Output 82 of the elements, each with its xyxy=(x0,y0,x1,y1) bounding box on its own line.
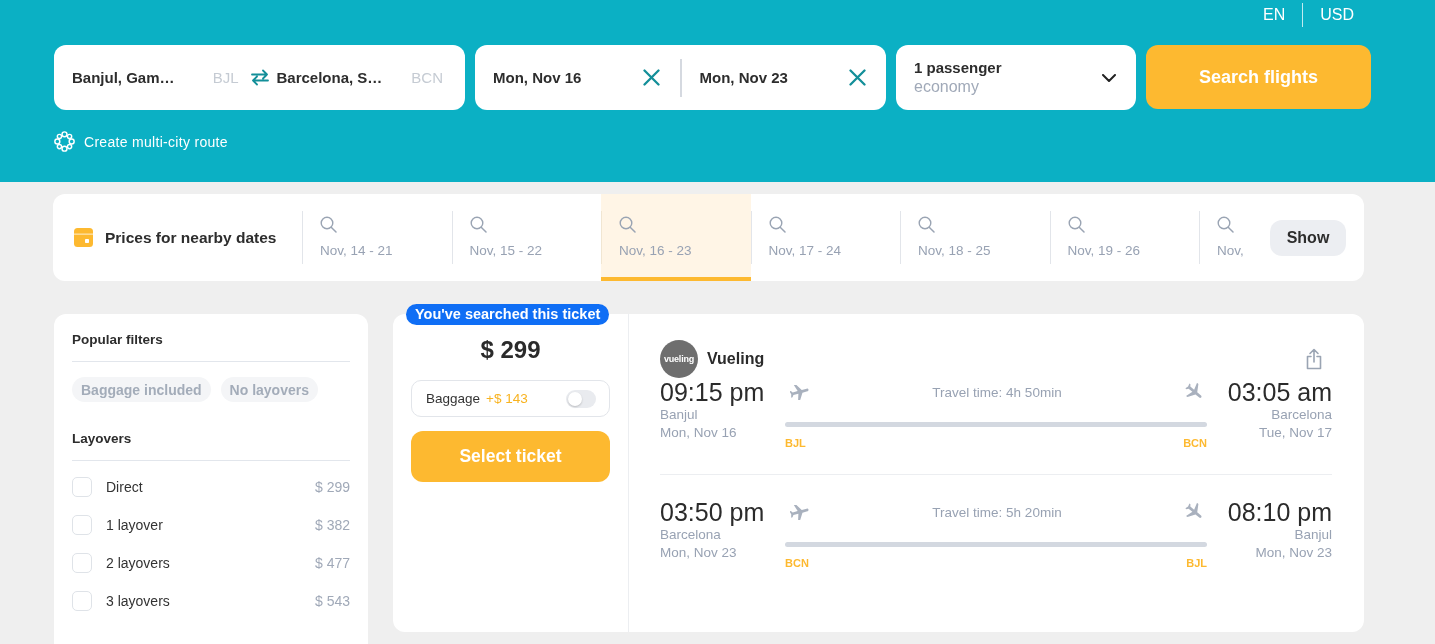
date-range-tab[interactable]: Nov, 19 - 26 xyxy=(1049,194,1199,281)
filter-section-title: Popular filters xyxy=(72,314,350,362)
show-button[interactable]: Show xyxy=(1270,219,1346,256)
landing-plane-icon xyxy=(1185,503,1203,521)
checkbox[interactable] xyxy=(72,515,92,535)
date-range-tab[interactable]: Nov, 18 - 25 xyxy=(900,194,1050,281)
arrival-time: 08:10 pm xyxy=(1226,498,1332,526)
arrival-date: Tue, Nov 17 xyxy=(1257,424,1332,442)
select-ticket-button[interactable]: Select ticket xyxy=(411,431,610,482)
ticket-price: $ 299 xyxy=(479,336,542,364)
layover-price: $ 543 xyxy=(314,593,350,609)
layover-price: $ 382 xyxy=(314,517,350,533)
takeoff-plane-icon xyxy=(790,384,809,400)
passenger-count: 1 passenger xyxy=(914,59,1002,76)
date-range-tab[interactable]: Nov, 16 - 23 xyxy=(601,194,751,281)
search-icon xyxy=(918,216,935,233)
close-icon[interactable] xyxy=(642,69,660,86)
swap-icon[interactable] xyxy=(250,69,269,86)
travel-time: Travel time: 5h 20min xyxy=(932,504,1062,520)
calendar-icon xyxy=(74,228,93,247)
layover-option-label[interactable]: 1 layover xyxy=(106,517,163,533)
destination-code: BCN xyxy=(411,69,443,86)
arrival-time: 03:05 am xyxy=(1226,378,1332,406)
searched-badge: You've searched this ticket xyxy=(406,304,610,325)
origin-city-field[interactable]: Banjul, Gam… xyxy=(72,69,175,86)
close-icon[interactable] xyxy=(849,69,866,86)
search-icon xyxy=(768,216,786,233)
takeoff-plane-icon xyxy=(790,504,809,520)
origin-airport-code: BJL xyxy=(785,437,806,449)
search-icon xyxy=(619,216,636,233)
date-range-tab[interactable]: Nov, xyxy=(1199,194,1258,281)
share-icon[interactable] xyxy=(1305,348,1323,370)
baggage-label: Baggage xyxy=(426,391,481,406)
filter-section-title: Layovers xyxy=(72,431,350,461)
departure-date: Mon, Nov 16 xyxy=(660,424,738,442)
date-range-tab[interactable]: Nov, 17 - 24 xyxy=(750,194,900,281)
landing-plane-icon xyxy=(1185,383,1203,401)
layover-option-label[interactable]: 3 layovers xyxy=(106,593,170,609)
filter-chip[interactable]: No layovers xyxy=(220,377,318,402)
checkbox[interactable] xyxy=(72,591,92,611)
departure-date: Mon, Nov 23 xyxy=(660,544,738,562)
chevron-down-icon xyxy=(1102,73,1116,82)
airline-name: Vueling xyxy=(707,350,765,368)
origin-code: BJL xyxy=(212,69,239,86)
arrival-city: Barcelona xyxy=(1270,406,1332,424)
baggage-price: +$ 143 xyxy=(486,391,528,406)
date-range-tab[interactable]: Nov, 14 - 21 xyxy=(302,194,452,281)
passenger-dropdown[interactable]: 1 passenger economy xyxy=(896,45,1136,110)
destination-city-field[interactable]: Barcelona, S… xyxy=(276,69,383,86)
depart-date-field[interactable]: Mon, Nov 16 xyxy=(493,69,582,86)
layover-option-label[interactable]: Direct xyxy=(106,479,143,495)
filter-chip[interactable]: Baggage included xyxy=(72,377,211,402)
destination-airport-code: BCN xyxy=(1183,437,1207,449)
toggle-switch[interactable] xyxy=(566,389,596,408)
currency-selector[interactable]: USD xyxy=(1320,5,1354,25)
origin-airport-code: BCN xyxy=(785,557,809,569)
nodes-ring-icon xyxy=(54,131,75,152)
cabin-class: economy xyxy=(914,78,980,96)
arrival-date: Mon, Nov 23 xyxy=(1254,544,1332,562)
search-icon xyxy=(469,216,487,233)
layover-price: $ 299 xyxy=(314,479,350,495)
arrival-city: Banjul xyxy=(1293,526,1332,544)
search-icon xyxy=(1067,216,1085,233)
departure-time: 03:50 pm xyxy=(660,498,766,526)
travel-time: Travel time: 4h 50min xyxy=(932,384,1062,400)
airline-logo: vueling xyxy=(660,340,698,378)
return-date-field[interactable]: Mon, Nov 23 xyxy=(699,69,788,86)
departure-city: Banjul xyxy=(660,406,699,424)
checkbox[interactable] xyxy=(72,553,92,573)
date-range-tab[interactable]: Nov, 15 - 22 xyxy=(451,194,601,281)
departure-time: 09:15 pm xyxy=(660,378,766,406)
checkbox[interactable] xyxy=(72,477,92,497)
multi-city-link[interactable]: Create multi-city route xyxy=(84,133,228,150)
search-icon xyxy=(1217,216,1234,233)
layover-option-label[interactable]: 2 layovers xyxy=(106,555,170,571)
language-selector[interactable]: EN xyxy=(1263,5,1286,25)
departure-city: Barcelona xyxy=(660,526,722,544)
nearby-dates-title: Prices for nearby dates xyxy=(105,228,277,247)
search-icon xyxy=(320,216,337,233)
layover-price: $ 477 xyxy=(314,555,350,571)
search-flights-button[interactable]: Search flights xyxy=(1146,45,1371,109)
destination-airport-code: BJL xyxy=(1186,557,1207,569)
